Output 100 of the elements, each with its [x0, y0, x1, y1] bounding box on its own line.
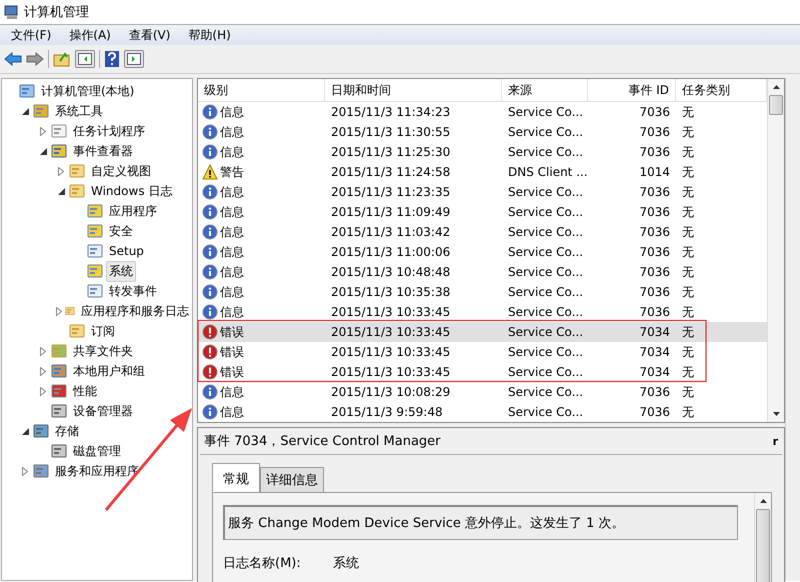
table-cell-text: 2015/11/3 11:09:49	[330, 205, 452, 219]
folder-up-icon[interactable]	[53, 51, 71, 67]
tree-item[interactable]: 转发事件	[106, 280, 160, 302]
scrollbar[interactable]	[767, 79, 784, 422]
event-row[interactable]: 信息 2015/11/3 11:09:49 Service Co... 7036 无	[198, 202, 767, 222]
table-cell-text: 2015/11/3 11:00:06	[330, 245, 452, 259]
menu-item[interactable]: 操作(A)	[60, 26, 120, 44]
tree-item[interactable]: 自定义视图	[88, 160, 154, 182]
column-header[interactable]: 级别	[198, 79, 325, 101]
event-row[interactable]: 信息 2015/11/3 11:30:55 Service Co... 7036 无	[198, 122, 767, 142]
table-cell-text: Service Co...	[507, 205, 584, 219]
table-cell-text: DNS Client ...	[507, 165, 588, 179]
expand-arrow-icon[interactable]	[58, 166, 64, 176]
tree-item[interactable]: Windows 日志	[88, 180, 176, 202]
tree-item[interactable]: 设备管理器	[70, 400, 136, 422]
tree-item[interactable]: 计算机管理(本地)	[38, 80, 138, 102]
tree-item[interactable]: 系统工具	[52, 100, 106, 122]
event-row[interactable]: 信息 2015/11/3 9:59:48 Service Co... 7036 无	[198, 402, 767, 422]
tree-item[interactable]: 性能	[70, 380, 100, 402]
collapse-arrow-icon[interactable]	[22, 108, 28, 114]
tree-item[interactable]: 存储	[52, 420, 82, 442]
event-row[interactable]: 信息 2015/11/3 10:33:45 Service Co... 7036 无	[198, 302, 767, 322]
collapse-arrow-icon[interactable]	[40, 148, 46, 154]
level-text: 信息	[220, 304, 244, 320]
tree-item[interactable]: 订阅	[88, 320, 118, 342]
scroll-down-icon[interactable]	[772, 412, 780, 416]
info-icon	[202, 104, 218, 120]
table-cell-text: 7036	[638, 105, 671, 119]
table-cell-text: 7036	[638, 125, 671, 139]
scroll-up-icon[interactable]	[772, 85, 780, 89]
expand-arrow-icon[interactable]	[22, 466, 28, 476]
table-cell-text: 无	[681, 384, 695, 400]
field-label: 日志名称(M):	[223, 555, 302, 572]
table-cell-text: 无	[681, 184, 695, 200]
tree-item[interactable]: 事件查看器	[70, 140, 136, 162]
scroll-up-icon[interactable]	[760, 499, 766, 503]
table-cell-text: 2015/11/3 10:33:45	[330, 365, 452, 379]
event-row[interactable]: 信息 2015/11/3 11:23:35 Service Co... 7036 无	[198, 182, 767, 202]
info-icon	[202, 244, 218, 260]
back-arrow-icon[interactable]	[4, 52, 22, 66]
event-row[interactable]: 信息 2015/11/3 10:35:38 Service Co... 7036 无	[198, 282, 767, 302]
help-icon[interactable]	[104, 50, 120, 68]
expand-arrow-icon[interactable]	[40, 346, 46, 356]
tree-item[interactable]: 应用程序和服务日志	[78, 300, 192, 322]
menu-item[interactable]: 帮助(H)	[179, 26, 240, 44]
table-cell-text: 2015/11/3 11:03:42	[330, 225, 452, 239]
tab[interactable]: 详细信息	[260, 467, 324, 492]
event-row[interactable]: 信息 2015/11/3 11:34:23 Service Co... 7036 无	[198, 102, 767, 122]
action-pane-button[interactable]	[124, 50, 144, 68]
scrollbar[interactable]	[754, 493, 771, 582]
table-cell-text: 7036	[638, 405, 671, 419]
table-cell-text: 无	[681, 304, 695, 320]
column-header[interactable]: 日期和时间	[325, 79, 502, 101]
info-icon	[202, 124, 218, 140]
table-cell-text: Service Co...	[507, 265, 584, 279]
table-cell-text: 无	[681, 124, 695, 140]
tree-item[interactable]: 磁盘管理	[70, 440, 124, 462]
tree-item[interactable]: 共享文件夹	[70, 340, 136, 362]
level-text: 信息	[220, 184, 244, 200]
scroll-thumb[interactable]	[756, 509, 770, 582]
event-row[interactable]: 信息 2015/11/3 11:03:42 Service Co... 7036 无	[198, 222, 767, 242]
table-cell-text: 7034	[638, 365, 671, 379]
forward-arrow-icon[interactable]	[26, 52, 44, 66]
event-row[interactable]: 信息 2015/11/3 10:08:29 Service Co... 7036 无	[198, 382, 767, 402]
table-cell-text: 无	[681, 224, 695, 240]
event-row[interactable]: 错误 2015/11/3 10:33:45 Service Co... 7034 无	[198, 322, 767, 342]
info-icon	[202, 184, 218, 200]
tree-item[interactable]: 本地用户和组	[70, 360, 148, 382]
tree-item[interactable]: Setup	[106, 242, 147, 260]
event-row[interactable]: 信息 2015/11/3 10:48:48 Service Co... 7036 无	[198, 262, 767, 282]
expand-arrow-icon[interactable]	[40, 366, 46, 376]
close-glyph[interactable]: r	[772, 434, 778, 448]
column-header[interactable]: 事件 ID	[588, 79, 676, 101]
collapse-arrow-icon[interactable]	[58, 188, 64, 194]
column-header[interactable]: 来源	[502, 79, 588, 101]
event-row[interactable]: 错误 2015/11/3 10:33:45 Service Co... 7034 无	[198, 362, 767, 382]
event-row[interactable]: 错误 2015/11/3 10:33:45 Service Co... 7034 无	[198, 342, 767, 362]
info-icon	[202, 144, 218, 160]
table-cell-text: 无	[681, 164, 695, 180]
level-text: 错误	[220, 364, 244, 380]
tree-item[interactable]: 安全	[106, 220, 136, 242]
collapse-arrow-icon[interactable]	[22, 428, 28, 434]
expand-arrow-icon[interactable]	[56, 306, 62, 316]
tree-item[interactable]: 任务计划程序	[70, 120, 148, 142]
tree-item[interactable]: 系统	[106, 260, 136, 282]
event-row[interactable]: 信息 2015/11/3 11:25:30 Service Co... 7036 无	[198, 142, 767, 162]
menu-item[interactable]: 查看(V)	[120, 26, 180, 44]
scroll-thumb[interactable]	[769, 95, 783, 115]
tab[interactable]: 常规	[212, 463, 260, 492]
tree-item[interactable]: 应用程序	[106, 200, 160, 222]
expand-arrow-icon[interactable]	[40, 386, 46, 396]
error-icon	[202, 344, 218, 360]
table-cell-text: 无	[681, 364, 695, 380]
pane-toggle-button[interactable]	[75, 50, 95, 68]
table-cell-text: 2015/11/3 10:33:45	[330, 305, 452, 319]
table-cell-text: Service Co...	[507, 145, 584, 159]
event-row[interactable]: 警告 2015/11/3 11:24:58 DNS Client ... 1014 无	[198, 162, 767, 182]
menu-item[interactable]: 文件(F)	[2, 26, 60, 44]
expand-arrow-icon[interactable]	[40, 126, 46, 136]
event-row[interactable]: 信息 2015/11/3 11:00:06 Service Co... 7036 无	[198, 242, 767, 262]
